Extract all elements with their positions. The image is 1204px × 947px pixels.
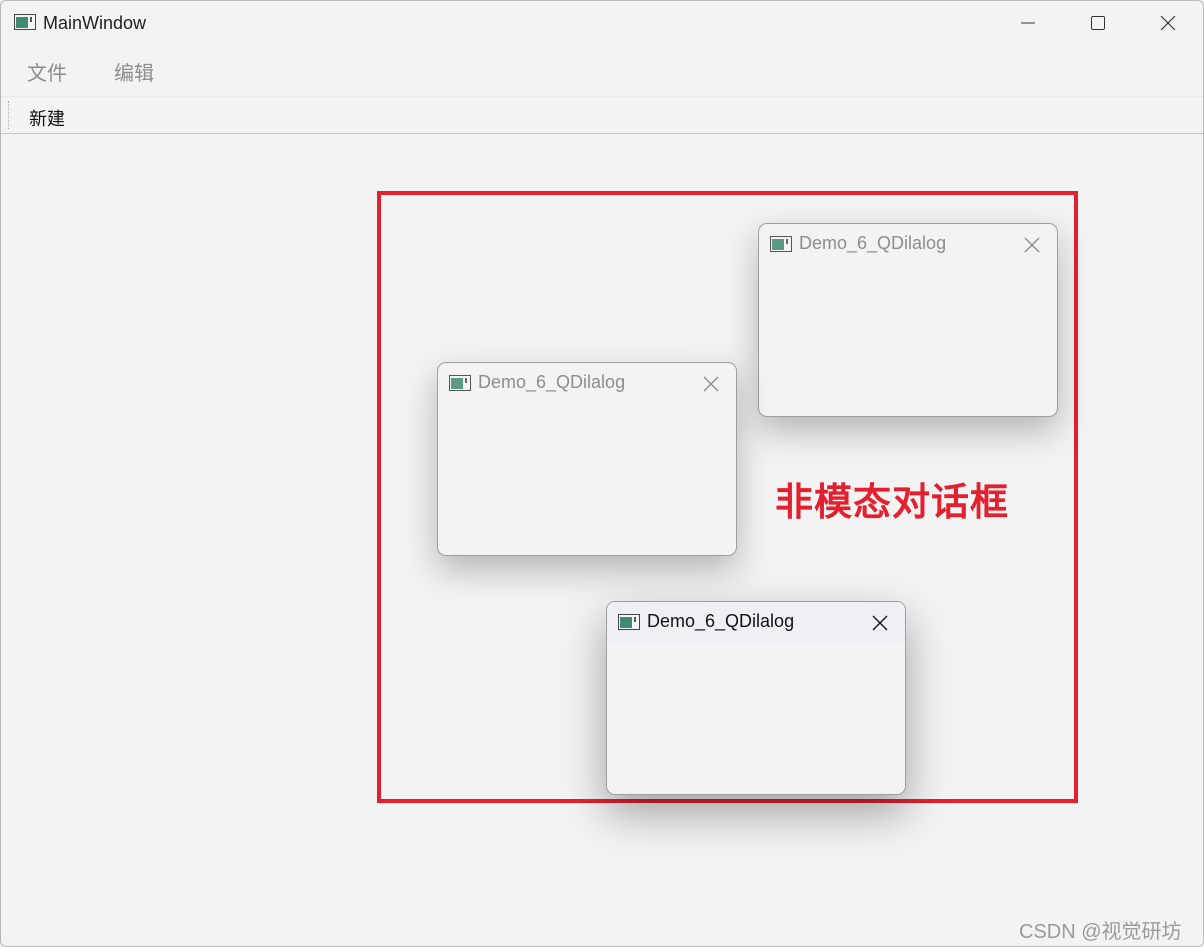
dialog-window-active[interactable]: Demo_6_QDilalog (606, 601, 906, 795)
app-window-icon (14, 14, 36, 30)
dialog-window[interactable]: Demo_6_QDilalog (758, 223, 1058, 417)
close-icon (872, 615, 888, 631)
dialog-close-button[interactable] (700, 373, 722, 395)
dialog-title: Demo_6_QDilalog (478, 372, 626, 392)
window-title: MainWindow (43, 13, 147, 33)
main-window: MainWindow 文件 编辑 新建 非模态对话框 Demo_6_QDilal… (0, 0, 1204, 947)
menu-edit[interactable]: 编辑 (114, 57, 154, 86)
dialog-window[interactable]: Demo_6_QDilalog (437, 362, 737, 556)
close-icon (703, 376, 719, 392)
minimize-icon (1021, 22, 1035, 24)
toolbar-action-new[interactable]: 新建 (29, 105, 65, 131)
dialog-title: Demo_6_QDilalog (799, 233, 947, 253)
minimize-button[interactable] (993, 1, 1063, 45)
maximize-button[interactable] (1063, 1, 1133, 45)
dialog-title-bar[interactable]: Demo_6_QDilalog (438, 363, 736, 403)
watermark: CSDN @视觉研坊 (1019, 921, 1182, 943)
tool-bar: 新建 (1, 96, 1203, 134)
dialog-close-button[interactable] (1021, 234, 1043, 256)
dialog-title-bar[interactable]: Demo_6_QDilalog (607, 602, 905, 642)
close-icon (1160, 15, 1176, 31)
close-icon (1024, 237, 1040, 253)
dialog-close-button[interactable] (869, 612, 891, 634)
maximize-icon (1091, 16, 1105, 30)
app-window-icon (449, 375, 471, 391)
app-window-icon (770, 236, 792, 252)
title-bar[interactable]: MainWindow (1, 1, 1203, 45)
dialog-title-bar[interactable]: Demo_6_QDilalog (759, 224, 1057, 264)
close-button[interactable] (1133, 1, 1203, 45)
menu-bar: 文件 编辑 (1, 45, 1203, 93)
annotation-label: 非模态对话框 (775, 482, 1010, 524)
app-window-icon (618, 614, 640, 630)
menu-file[interactable]: 文件 (27, 57, 67, 86)
dialog-title: Demo_6_QDilalog (647, 611, 795, 631)
toolbar-grip-handle[interactable] (8, 101, 11, 129)
